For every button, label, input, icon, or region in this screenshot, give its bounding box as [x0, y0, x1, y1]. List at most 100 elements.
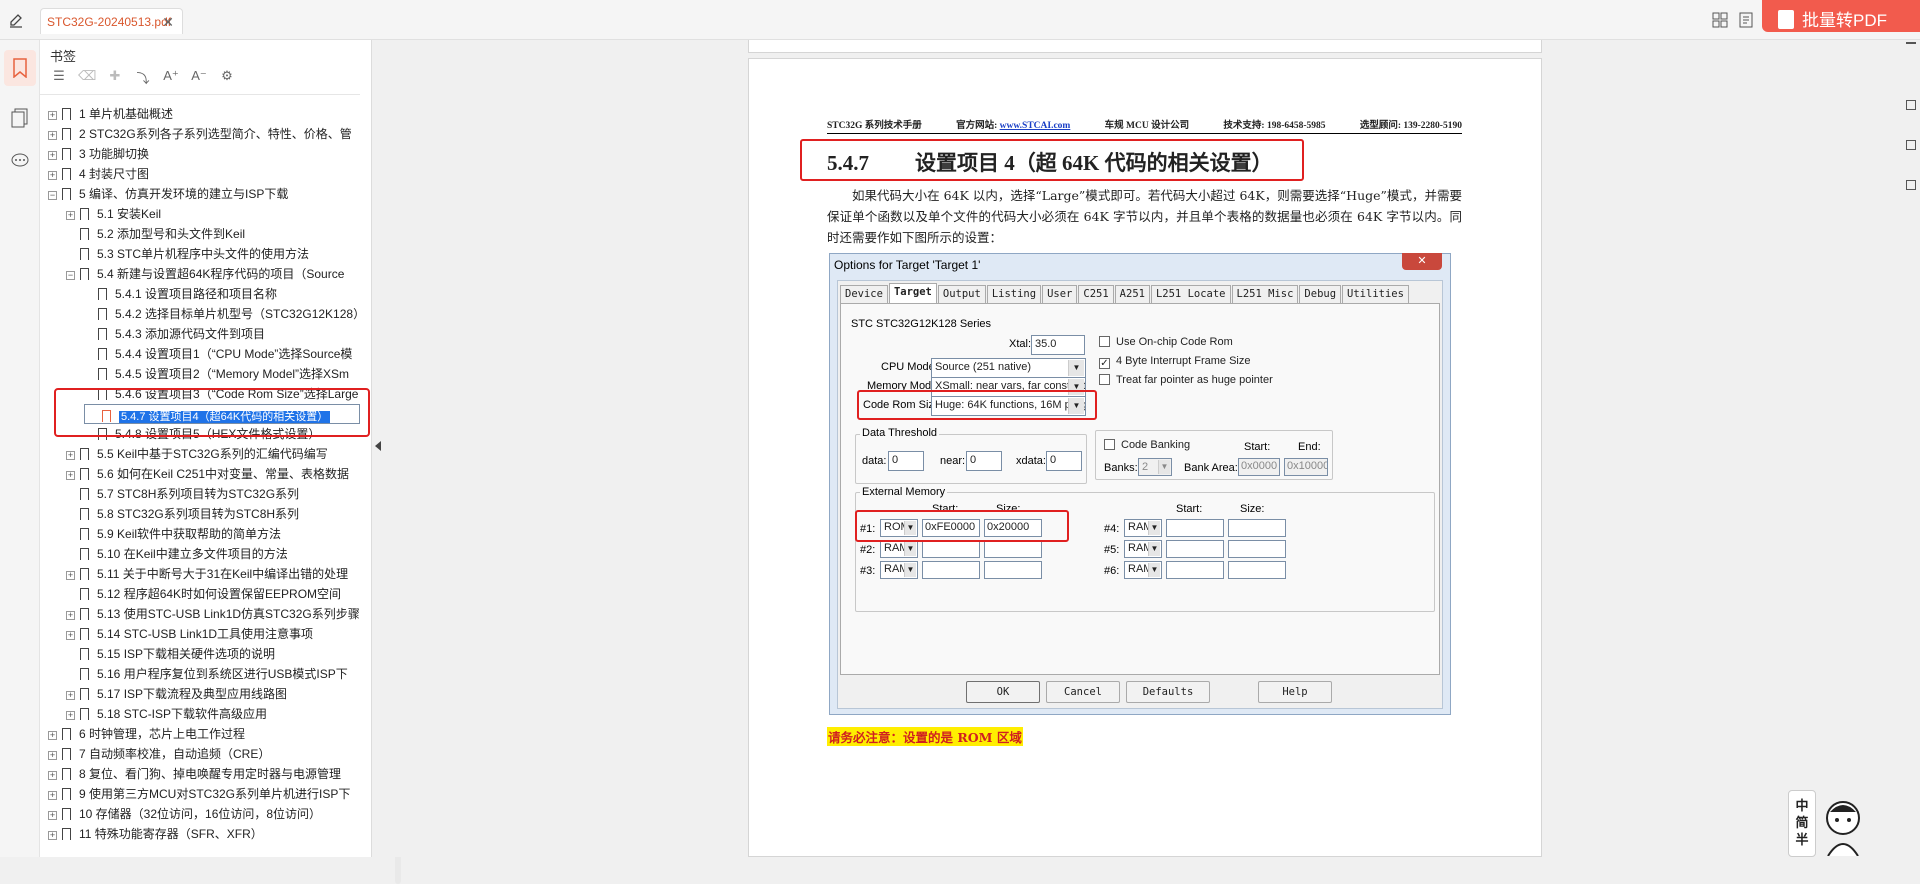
collapse-icon[interactable]: − — [66, 271, 75, 280]
assistant-widget[interactable]: 中 简 半 — [1782, 790, 1872, 857]
bookmark-item[interactable]: 5.10 在Keil中建立多文件项目的方法 — [66, 544, 360, 564]
bookmark-item[interactable]: 5.2 添加型号和头文件到Keil — [66, 224, 360, 244]
expand-icon[interactable]: + — [48, 791, 57, 800]
far-pointer-checkbox[interactable]: Treat far pointer as huge pointer — [1099, 374, 1273, 386]
dialog-tab[interactable]: Output — [937, 285, 986, 303]
bookmark-item[interactable]: 5.3 STC单片机程序中头文件的使用方法 — [66, 244, 360, 264]
expand-icon[interactable]: + — [48, 111, 57, 120]
expand-icon[interactable]: + — [66, 471, 75, 480]
expand-icon[interactable]: + — [66, 451, 75, 460]
edit-icon[interactable] — [8, 12, 24, 28]
ext-mem-start-input[interactable] — [1166, 540, 1224, 558]
ext-mem-start-input[interactable] — [922, 540, 980, 558]
expand-icon[interactable]: + — [66, 631, 75, 640]
data-threshold-input[interactable]: 0 — [888, 451, 924, 471]
dialog-tab[interactable]: Utilities — [1342, 285, 1409, 303]
cpu-mode-select[interactable]: Source (251 native) ▼ — [931, 358, 1086, 378]
dialog-tab[interactable]: Listing — [986, 285, 1042, 303]
ext-mem-type-select[interactable]: RAM ▼ — [1124, 561, 1162, 579]
ext-mem-size-input[interactable] — [984, 540, 1042, 558]
bookmark-item[interactable]: 5.9 Keil软件中获取帮助的简单方法 — [66, 524, 360, 544]
expand-icon[interactable]: + — [48, 811, 57, 820]
bookmark-item[interactable]: − 5.4 新建与设置超64K程序代码的项目（Source — [66, 264, 360, 284]
bank-end-input[interactable]: 0x10000 — [1284, 458, 1328, 476]
ext-mem-size-input[interactable] — [1228, 540, 1286, 558]
grid-view-icon[interactable] — [1712, 12, 1728, 28]
expand-icon[interactable]: + — [48, 131, 57, 140]
bookmark-item[interactable]: +5.11 关于中断号大于31在Keil中编译出错的处理 — [66, 564, 360, 584]
xtal-input[interactable]: 35.0 — [1031, 335, 1085, 355]
bank-start-input[interactable]: 0x0000 — [1238, 458, 1280, 476]
code-banking-checkbox[interactable]: Code Banking — [1104, 439, 1190, 451]
expand-icon[interactable]: + — [66, 691, 75, 700]
bookmark-item[interactable]: +5.13 使用STC-USB Link1D仿真STC32G系列步骤 — [66, 604, 360, 624]
dialog-close-button[interactable]: ✕ — [1402, 253, 1442, 270]
bookmark-rail-button[interactable] — [4, 50, 36, 86]
expand-icon[interactable]: + — [48, 151, 57, 160]
bookmark-item[interactable]: +5.5 Keil中基于STC32G系列的汇编代码编写 — [66, 444, 360, 464]
page-mode-icon[interactable] — [1906, 140, 1916, 150]
bookmark-item[interactable]: +9 使用第三方MCU对STC32G系列单片机进行ISP下 — [48, 784, 360, 804]
bookmark-item[interactable]: +2 STC32G系列各子系列选型简介、特性、价格、管 — [48, 124, 360, 144]
bookmark-item[interactable]: +5.1 安装Keil — [66, 204, 360, 224]
batch-convert-pdf-button[interactable]: 批量转PDF — [1762, 0, 1920, 32]
fit-page-icon[interactable] — [1906, 100, 1916, 110]
ext-mem-size-input[interactable] — [984, 561, 1042, 579]
font-increase-icon[interactable]: A⁺ — [162, 68, 180, 90]
bookmark-item[interactable]: 5.4.2 选择目标单片机型号（STC32G12K128） — [84, 304, 360, 324]
collapse-icon[interactable]: − — [48, 191, 57, 200]
ext-mem-size-input[interactable] — [1228, 561, 1286, 579]
defaults-button[interactable]: Defaults — [1126, 681, 1210, 703]
bookmark-item[interactable]: +5.6 如何在Keil C251中对变量、常量、表格数据 — [66, 464, 360, 484]
add-child-bookmark-icon[interactable]: ⤵ — [134, 68, 152, 90]
ok-button[interactable]: OK — [966, 681, 1040, 703]
bookmark-item[interactable]: 5.4.1 设置项目路径和项目名称 — [84, 284, 360, 304]
expand-icon[interactable]: + — [48, 171, 57, 180]
expand-icon[interactable]: + — [66, 571, 75, 580]
bookmark-item[interactable]: +4 封装尺寸图 — [48, 164, 360, 184]
dialog-tab[interactable]: L251 Locate — [1150, 285, 1231, 303]
bookmark-settings-icon[interactable]: ⚙ — [218, 68, 236, 90]
bookmark-item[interactable]: +5.17 ISP下载流程及典型应用线路图 — [66, 684, 360, 704]
bookmark-item[interactable]: +6 时钟管理，芯片上电工作过程 — [48, 724, 360, 744]
expand-icon[interactable]: + — [48, 771, 57, 780]
collapse-panel-icon[interactable] — [374, 440, 382, 452]
rotate-icon[interactable] — [1906, 180, 1916, 190]
expand-icon[interactable]: + — [66, 211, 75, 220]
bookmark-item[interactable]: +8 复位、看门狗、掉电唤醒专用定时器与电源管理 — [48, 764, 360, 784]
bookmark-item[interactable]: +3 功能脚切换 — [48, 144, 360, 164]
ext-mem-type-select[interactable]: RAM ▼ — [880, 540, 918, 558]
pages-icon[interactable] — [11, 108, 29, 128]
bookmark-item[interactable]: 5.8 STC32G系列项目转为STC8H系列 — [66, 504, 360, 524]
expand-icon[interactable]: + — [66, 711, 75, 720]
dialog-tab[interactable]: Debug — [1299, 285, 1342, 303]
ext-mem-size-input[interactable] — [1228, 519, 1286, 537]
bookmark-item[interactable]: 5.16 用户程序复位到系统区进行USB模式ISP下 — [66, 664, 360, 684]
near-threshold-input[interactable]: 0 — [966, 451, 1002, 471]
help-button[interactable]: Help — [1258, 681, 1332, 703]
dialog-tab[interactable]: C251 — [1078, 285, 1114, 303]
dialog-tab[interactable]: A251 — [1114, 285, 1150, 303]
document-list-icon[interactable] — [1738, 12, 1754, 28]
expand-all-icon[interactable]: ☰ — [50, 68, 68, 90]
expand-icon[interactable]: + — [48, 731, 57, 740]
bookmark-item[interactable]: 5.12 程序超64K时如何设置保留EEPROM空间 — [66, 584, 360, 604]
bookmark-item[interactable]: 5.15 ISP下载相关硬件选项的说明 — [66, 644, 360, 664]
ext-mem-start-input[interactable] — [1166, 561, 1224, 579]
dialog-tab[interactable]: L251 Misc — [1231, 285, 1299, 303]
bookmark-item[interactable]: +5.14 STC-USB Link1D工具使用注意事项 — [66, 624, 360, 644]
dialog-tab[interactable]: User — [1042, 285, 1078, 303]
bookmark-item[interactable]: +11 特殊功能寄存器（SFR、XFR） — [48, 824, 360, 844]
comment-icon[interactable] — [10, 152, 30, 170]
close-tab-icon[interactable]: ✕ — [162, 14, 174, 31]
bookmark-item[interactable]: +7 自动频率校准，自动追频（CRE） — [48, 744, 360, 764]
ext-mem-start-input[interactable] — [1166, 519, 1224, 537]
ext-mem-type-select[interactable]: RAM ▼ — [880, 561, 918, 579]
ext-mem-start-input[interactable] — [922, 561, 980, 579]
ext-mem-type-select[interactable]: RAM ▼ — [1124, 540, 1162, 558]
ext-mem-type-select[interactable]: RAM ▼ — [1124, 519, 1162, 537]
bookmark-item[interactable]: 5.4.5 设置项目2（“Memory Model”选择XSm — [84, 364, 360, 384]
bookmark-item[interactable]: 5.7 STC8H系列项目转为STC32G系列 — [66, 484, 360, 504]
header-site-link[interactable]: www.STCAI.com — [1000, 121, 1071, 131]
use-onchip-rom-checkbox[interactable]: Use On-chip Code Rom — [1099, 336, 1233, 348]
